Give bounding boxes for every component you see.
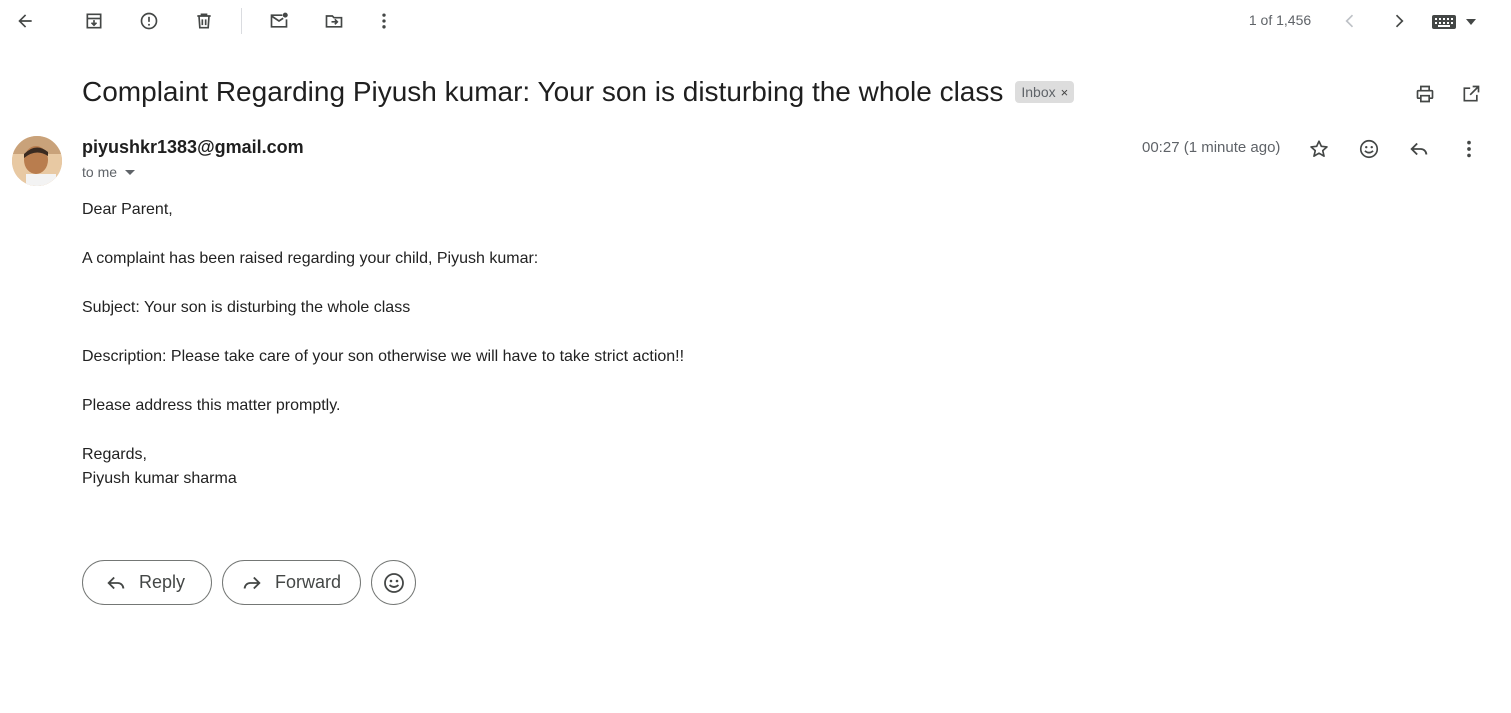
avatar[interactable] [12,136,62,186]
open-new-window-icon[interactable] [1455,78,1487,110]
body-line: A complaint has been raised regarding yo… [82,250,539,267]
toolbar: 1 of 1,456 [0,0,1511,44]
mark-unread-icon[interactable] [263,5,295,37]
delete-icon[interactable] [188,5,220,37]
keyboard-icon [1432,15,1456,29]
pager-count: 1 of 1,456 [1248,12,1312,28]
toolbar-divider [241,8,242,34]
body-line: Subject: Your son is disturbing the whol… [82,299,411,316]
reply-label: Reply [139,572,186,592]
label-text: Inbox [1021,84,1056,100]
recipient-label: to me [82,164,118,180]
body-signature: Piyush kumar sharma [82,470,237,487]
body-line: Please address this matter promptly. [82,397,341,414]
back-arrow-icon[interactable] [9,5,41,37]
star-icon[interactable] [1304,134,1334,164]
emoji-icon [383,572,404,593]
inbox-label-chip: Inbox × [1015,81,1075,103]
forward-icon [243,576,261,589]
email-timestamp: 00:27 (1 minute ago) [1142,139,1281,156]
chevron-right-icon[interactable] [1383,5,1415,37]
subject-row: Complaint Regarding Piyush kumar: Your s… [82,76,1075,108]
input-tools-button[interactable] [1432,10,1478,34]
sender-email[interactable]: piyushkr1383@gmail.com [82,137,304,158]
forward-button[interactable]: Forward [222,560,361,605]
emoji-reaction-icon[interactable] [1354,134,1384,164]
remove-label-icon[interactable]: × [1061,85,1069,100]
reply-icon[interactable] [1404,134,1434,164]
emoji-react-button[interactable] [371,560,416,605]
chevron-left-icon[interactable] [1334,5,1366,37]
more-options-icon[interactable] [1454,134,1484,164]
caret-down-icon [1466,19,1476,25]
report-spam-icon[interactable] [133,5,165,37]
body-closing: Regards, [82,446,147,463]
archive-icon[interactable] [78,5,110,37]
email-body: Dear Parent, A complaint has been raised… [82,198,1082,491]
print-icon[interactable] [1409,78,1441,110]
email-subject: Complaint Regarding Piyush kumar: Your s… [82,76,1004,107]
forward-label: Forward [275,572,342,592]
body-line: Description: Please take care of your so… [82,348,685,365]
move-to-icon[interactable] [318,5,350,37]
body-greeting: Dear Parent, [82,201,173,218]
more-vert-icon[interactable] [368,5,400,37]
reply-button[interactable]: Reply [82,560,212,605]
reply-icon [107,576,125,589]
recipient-details[interactable]: to me [82,164,136,180]
caret-down-icon [125,169,136,175]
